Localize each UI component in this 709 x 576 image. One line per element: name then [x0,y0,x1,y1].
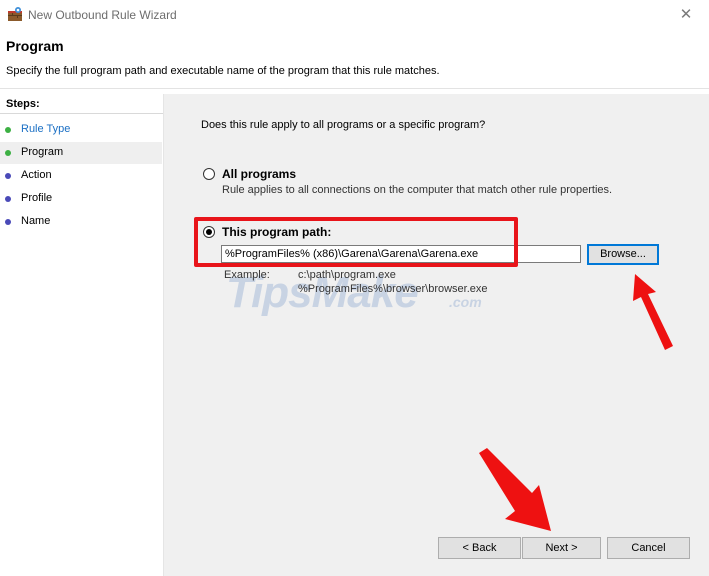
all-programs-radio[interactable] [203,168,215,180]
step-complete-icon [5,127,11,133]
step-label: Action [21,169,52,181]
step-label: Rule Type [21,123,71,135]
step-name: Name [0,211,162,233]
wizard-header: Program Specify the full program path an… [0,30,709,89]
example-line: %ProgramFiles%\browser\browser.exe [298,283,488,295]
next-button[interactable]: Next > [522,537,601,559]
step-current-icon [5,150,11,156]
step-pending-icon [5,173,11,179]
step-program[interactable]: Program [0,142,162,164]
step-pending-icon [5,219,11,225]
step-pending-icon [5,196,11,202]
step-action: Action [0,165,162,187]
steps-heading: Steps: [6,98,40,110]
example-label: Example: [224,269,270,281]
step-label: Program [21,146,64,158]
all-programs-label[interactable]: All programs [222,167,296,181]
firewall-wizard-icon [8,7,22,21]
example-line: c:\path\program.exe [298,269,396,281]
close-icon: ✕ [679,6,693,23]
watermark-suffix: .com [449,294,482,310]
browse-button[interactable]: Browse... [587,244,659,265]
step-rule-type[interactable]: Rule Type [0,119,162,141]
steps-sidebar: Steps: Rule Type Program Action Profile … [0,94,164,576]
step-label: Profile [21,192,53,204]
back-button[interactable]: < Back [438,537,521,559]
arrow-to-browse-icon [633,274,673,350]
page-description: Specify the full program path and execut… [6,65,440,77]
step-profile: Profile [0,188,162,210]
highlight-annotation [194,217,518,267]
steps-divider [0,113,163,114]
scope-question: Does this rule apply to all programs or … [201,119,486,131]
page-title: Program [6,38,64,54]
cancel-button[interactable]: Cancel [607,537,690,559]
window-title: New Outbound Rule Wizard [28,8,177,22]
all-programs-description: Rule applies to all connections on the c… [222,184,613,196]
arrow-to-next-icon [479,448,551,531]
step-label: Name [21,215,51,227]
close-button[interactable]: ✕ [663,0,709,30]
title-bar: New Outbound Rule Wizard ✕ [0,0,709,30]
